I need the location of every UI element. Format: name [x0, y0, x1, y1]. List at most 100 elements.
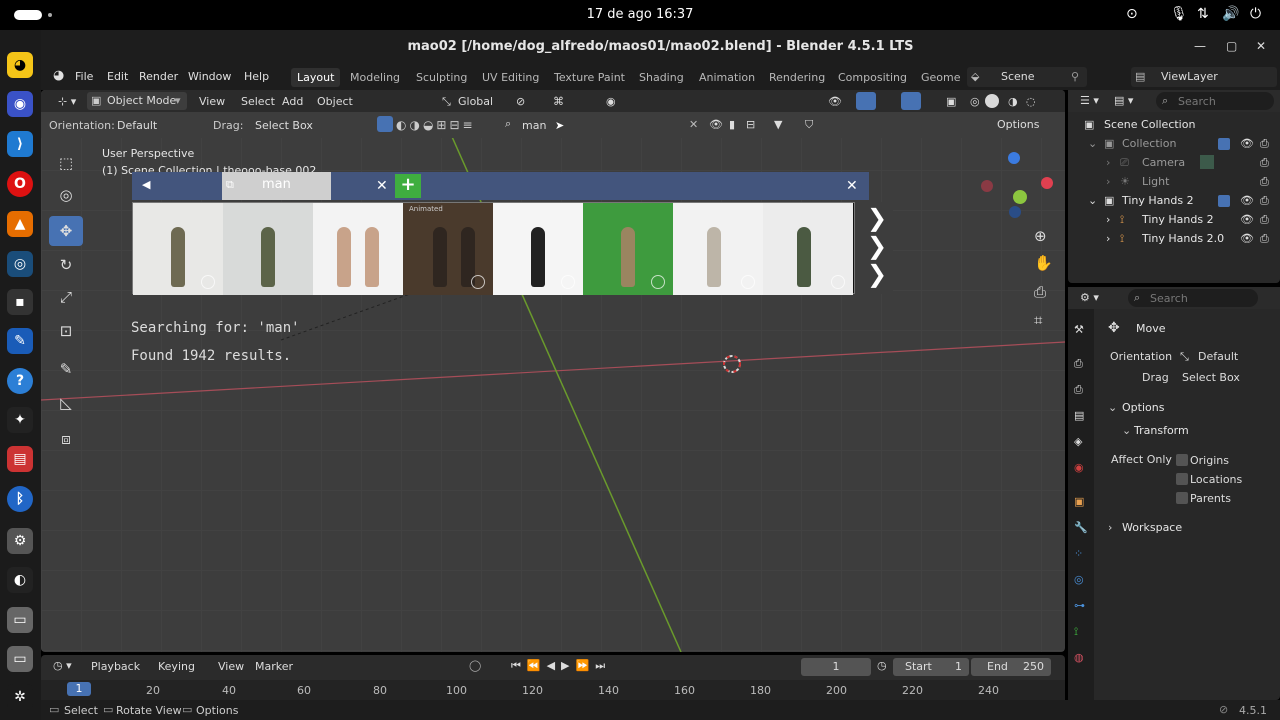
terminal-icon[interactable]: ▪	[7, 289, 33, 315]
camera-render-icon[interactable]: ⎙	[1260, 194, 1269, 208]
neg-z-axis-handle[interactable]	[1009, 206, 1021, 218]
add-cube-tool-icon[interactable]: ⧈	[49, 424, 83, 454]
auto-keying-icon[interactable]: ◯	[469, 659, 481, 672]
asset-search-input[interactable]: man	[522, 119, 546, 132]
view-layer-tab-icon[interactable]: ▤	[1074, 409, 1084, 422]
options-dropdown[interactable]: Options	[991, 116, 1046, 133]
blender-icon[interactable]: ◐	[7, 567, 33, 593]
data-tab-icon[interactable]: ⟟	[1074, 625, 1078, 639]
end-frame-field[interactable]: End 250	[971, 658, 1051, 676]
network-icon[interactable]: ⇅	[1197, 6, 1209, 22]
pivot-icon[interactable]: ⊘	[511, 94, 530, 109]
add-asset-button[interactable]: +	[395, 174, 421, 198]
proportional-icon[interactable]: ◉	[601, 94, 621, 109]
current-frame-field[interactable]: 1	[801, 658, 871, 676]
chevron-right-icon[interactable]: ›	[1106, 232, 1110, 245]
snap-icon[interactable]: ⌘	[548, 94, 569, 109]
wireframe-shading-icon[interactable]: ◎	[965, 94, 985, 109]
rotate-tool-icon[interactable]: ↻	[49, 250, 83, 280]
help-icon[interactable]: ?	[7, 368, 33, 394]
transform-orientation[interactable]: Global	[453, 94, 498, 109]
scale-tool-icon[interactable]: ⤢	[49, 282, 83, 312]
asset-thumbnail[interactable]: Animated	[403, 203, 493, 295]
origins-checkbox[interactable]: Origins	[1176, 451, 1276, 469]
menu-marker[interactable]: Marker	[255, 660, 293, 673]
outliner-editor-icon[interactable]: ☰ ▾	[1080, 94, 1099, 107]
drag-dropdown[interactable]: Select Box	[1176, 368, 1276, 386]
tab-geometry[interactable]: Geome	[915, 68, 967, 87]
tab-modeling[interactable]: Modeling	[344, 68, 406, 87]
menu-help[interactable]: Help	[244, 70, 269, 83]
parents-checkbox[interactable]: Parents	[1176, 489, 1276, 507]
tab-layout[interactable]: Layout	[291, 68, 341, 87]
close-window-icon[interactable]: ✕	[1256, 39, 1266, 53]
z-axis-handle[interactable]	[1008, 152, 1020, 164]
camera-render-icon[interactable]: ⎙	[1260, 175, 1269, 189]
microphone-icon[interactable]: 🎙	[1170, 6, 1188, 22]
layout-icon[interactable]: ⊟	[746, 118, 755, 131]
outliner-row[interactable]: › ⎚ Camera ⎙	[1068, 153, 1280, 172]
transform-panel-header[interactable]: ⌄ Transform	[1120, 421, 1276, 441]
visibility-icon[interactable]: 👁	[823, 94, 847, 109]
workspace-panel-header[interactable]: › Workspace	[1104, 517, 1276, 539]
material-shading-icon[interactable]: ◑	[1003, 94, 1023, 109]
render-tab-icon[interactable]: ⎙	[1074, 357, 1083, 371]
bookmark-icon[interactable]: ▮	[729, 118, 735, 131]
camera-render-icon[interactable]: ⎙	[1260, 137, 1269, 151]
outliner-row[interactable]: › ☀ Light ⎙	[1068, 172, 1280, 191]
locations-checkbox[interactable]: Locations	[1176, 470, 1276, 488]
transform-tool-icon[interactable]: ⊡	[49, 316, 83, 346]
tool-tab-icon[interactable]: ⚒	[1074, 323, 1084, 336]
tab-shading[interactable]: Shading	[633, 68, 690, 87]
scene-tab-icon[interactable]: ◈	[1074, 435, 1082, 448]
tab-animation[interactable]: Animation	[693, 68, 761, 87]
steam-icon[interactable]: ◎	[7, 251, 33, 277]
exclude-checkbox[interactable]	[1218, 195, 1230, 207]
clear-search-icon[interactable]: ✕	[689, 118, 698, 131]
asset-thumbnail[interactable]	[133, 203, 223, 295]
menu-render[interactable]: Render	[139, 70, 178, 83]
options-panel-header[interactable]: ⌄ Options	[1104, 397, 1276, 419]
minimize-icon[interactable]: —	[1194, 39, 1206, 53]
asset-thumbnail[interactable]	[583, 203, 673, 295]
outliner-row[interactable]: ▣ Scene Collection	[1068, 115, 1280, 134]
eye-icon[interactable]: 👁	[709, 118, 723, 131]
tab-uv-editing[interactable]: UV Editing	[476, 68, 545, 87]
next-page-icon[interactable]: ❯	[867, 204, 887, 232]
mode-selector[interactable]: ▣ Object Mode ▾	[87, 92, 187, 110]
pan-hand-icon[interactable]: ✋	[1034, 254, 1053, 272]
tab-texture-paint[interactable]: Texture Paint	[548, 68, 631, 87]
object-tab-icon[interactable]: ▣	[1074, 495, 1084, 508]
chevron-right-icon[interactable]: ›	[1106, 213, 1110, 226]
physics-tab-icon[interactable]: ◎	[1074, 573, 1084, 586]
eye-icon[interactable]: 👁	[1240, 137, 1254, 150]
eye-icon[interactable]: 👁	[1240, 194, 1254, 207]
properties-search-input[interactable]: ⌕ Search	[1128, 289, 1258, 307]
menu-object[interactable]: Object	[312, 94, 358, 109]
xray-icon[interactable]: ▣	[941, 94, 961, 109]
scene-selector[interactable]: ⬙ Scene ⚲	[967, 67, 1087, 87]
chevron-right-icon[interactable]: ›	[1106, 175, 1110, 188]
orientation-dropdown[interactable]: ⤡ Default	[1176, 347, 1276, 365]
asset-thumbnail[interactable]	[763, 203, 853, 295]
collapse-left-icon[interactable]: ◀	[142, 178, 150, 191]
tab-compositing[interactable]: Compositing	[832, 68, 913, 87]
select-modes-icon[interactable]: ◐◑◒⊞⊟≡	[396, 118, 476, 132]
annotate-tool-icon[interactable]: ✎	[49, 354, 83, 384]
preview-range-icon[interactable]: ◷	[877, 659, 887, 672]
eye-icon[interactable]: 👁	[1240, 232, 1254, 245]
navigation-gizmo[interactable]	[981, 150, 1053, 220]
outliner-row[interactable]: ⌄ ▣ Collection 👁 ⎙	[1068, 134, 1280, 153]
orientation-dropdown[interactable]: Default	[117, 119, 157, 132]
3d-viewport[interactable]: ⊹ ▾ ▣ Object Mode ▾ View Select Add Obje…	[41, 90, 1065, 652]
constraints-tab-icon[interactable]: ⊶	[1074, 599, 1085, 612]
cursor-tool-icon[interactable]: ◎	[49, 180, 83, 210]
outliner-row[interactable]: › ⟟ Tiny Hands 2.0 👁 ⎙	[1068, 229, 1280, 248]
chevron-right-icon[interactable]: ›	[1106, 156, 1110, 169]
asset-thumbnail[interactable]	[673, 203, 763, 295]
next-page-icon[interactable]: ❯	[867, 260, 887, 288]
tab-sculpting[interactable]: Sculpting	[410, 68, 473, 87]
neg-x-axis-handle[interactable]	[981, 180, 993, 192]
asset-thumbnail[interactable]	[493, 203, 583, 295]
vscode-icon[interactable]: ⟩	[7, 131, 33, 157]
